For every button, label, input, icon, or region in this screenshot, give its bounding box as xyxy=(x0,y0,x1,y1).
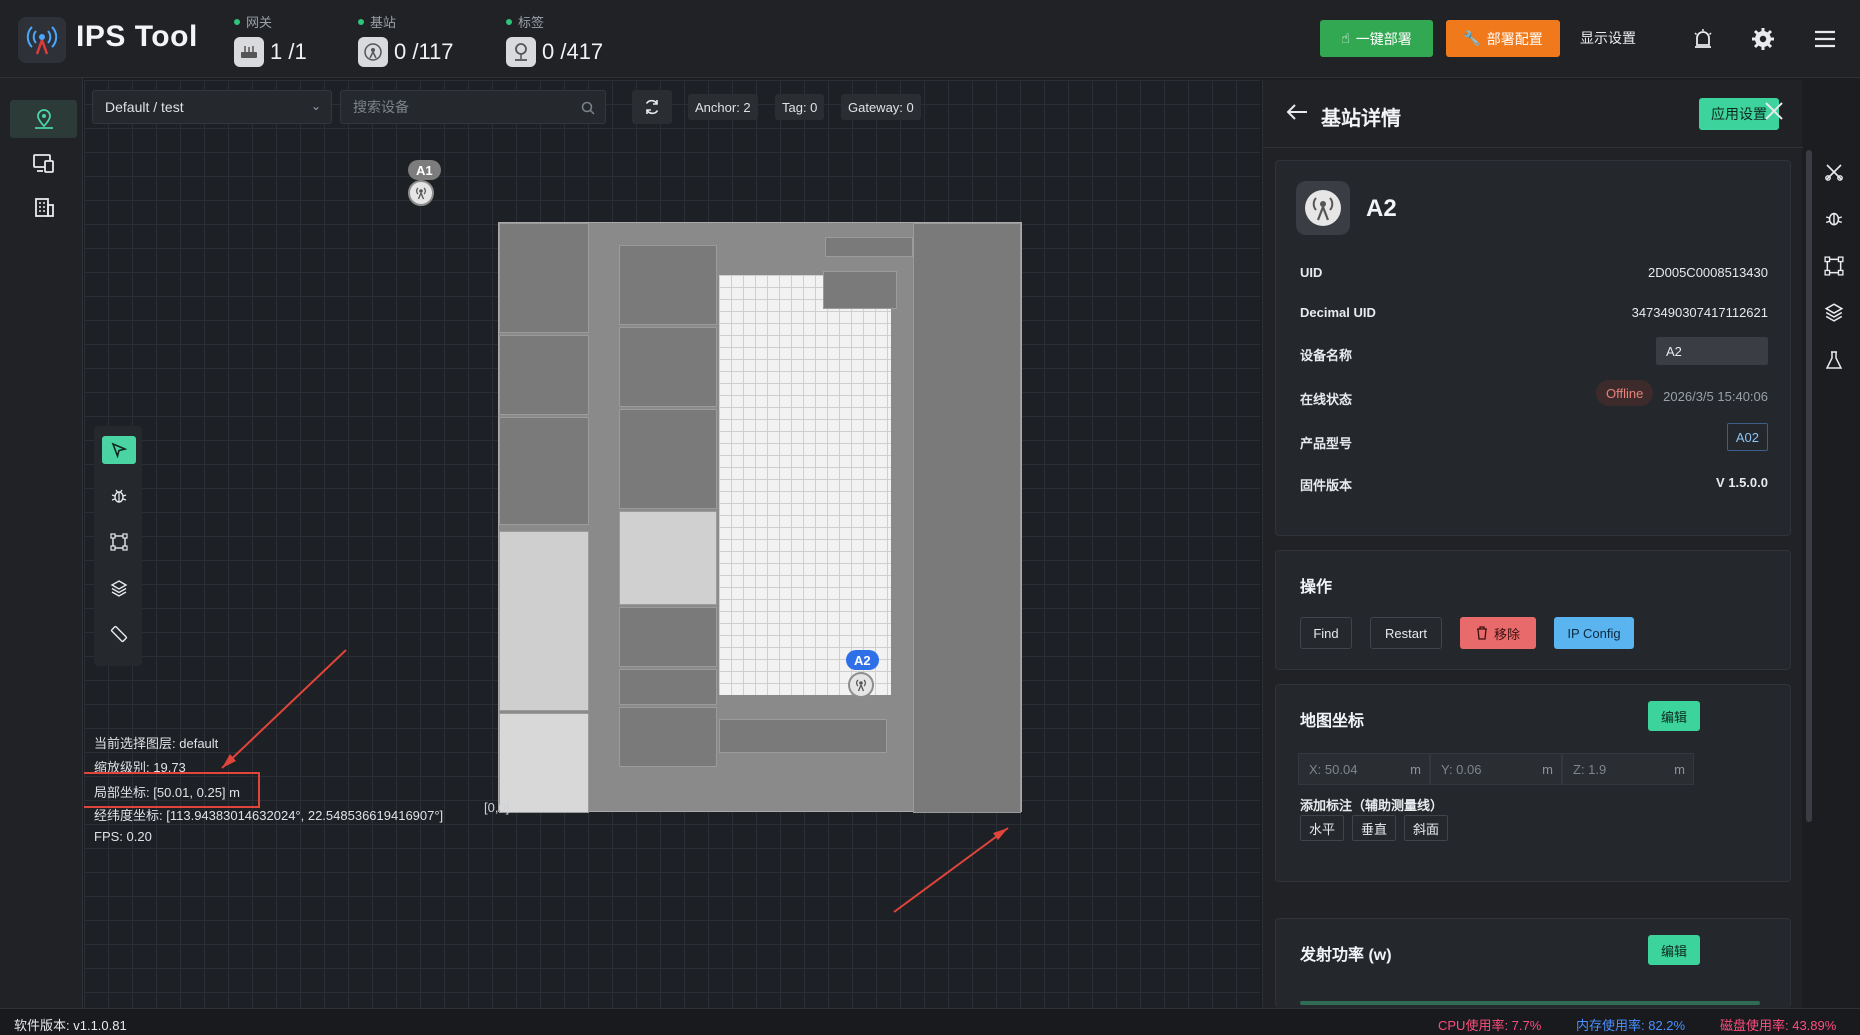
anchor-device-icon xyxy=(1305,190,1341,226)
memory-usage: 内存使用率: 82.2% xyxy=(1576,1018,1686,1033)
x-coordinate-field[interactable]: X: 50.04 m xyxy=(1298,753,1430,785)
restart-button[interactable]: Restart xyxy=(1370,617,1442,649)
trash-icon xyxy=(1476,626,1487,640)
antenna-logo-icon xyxy=(26,26,58,55)
panel-header: 基站详情 应用设置 xyxy=(1263,80,1803,148)
close-icon[interactable] xyxy=(1763,100,1787,124)
device-info-card: A2 UID 2D005C0008513430 Decimal UID 3473… xyxy=(1275,160,1791,536)
router-icon xyxy=(234,37,264,67)
annotate-label: 添加标注（辅助测量线） xyxy=(1300,798,1444,813)
app-logo xyxy=(18,17,66,63)
y-unit: m xyxy=(1542,761,1553,777)
map-coordinates-card: 地图坐标 编辑 X: 50.04 m Y: 0.06 m Z: 1.9 m 添加标注（… xyxy=(1275,684,1791,882)
hamburger-menu-icon[interactable] xyxy=(1812,26,1838,52)
devices-icon xyxy=(32,154,54,173)
x-coordinate-value: X: 50.04 xyxy=(1309,761,1358,777)
remove-button-label: 移除 xyxy=(1493,626,1520,642)
product-model-value: A02 xyxy=(1726,423,1768,451)
panel-title: 基站详情 xyxy=(1321,108,1401,130)
slope-line-button[interactable]: 斜面 xyxy=(1404,815,1448,841)
firmware-label: 固件版本 xyxy=(1300,478,1353,493)
wrench-icon: 🔧 xyxy=(1463,30,1481,46)
left-nav-rail xyxy=(0,78,83,1035)
status-bar: 软件版本: v1.1.0.81 CPU使用率: 7.7% 内存使用率: 82.2… xyxy=(0,1008,1860,1035)
display-settings-button[interactable]: 显示设置 xyxy=(1580,28,1636,48)
device-name-input[interactable]: A2 xyxy=(1656,337,1768,365)
device-name-label: 设备名称 xyxy=(1300,348,1353,363)
operations-title: 操作 xyxy=(1300,579,1333,596)
alarm-bell-icon[interactable] xyxy=(1690,26,1716,52)
edit-power-button[interactable]: 编辑 xyxy=(1648,935,1700,965)
firmware-value: V 1.5.0.0 xyxy=(1715,475,1768,490)
back-arrow-icon[interactable] xyxy=(1285,102,1309,127)
tag-stat-value: 0 /417 xyxy=(542,39,604,64)
hand-pointer-icon: ☝ xyxy=(1341,30,1350,46)
edit-coordinates-button[interactable]: 编辑 xyxy=(1648,701,1700,731)
anchor-stat: 基站 0 /117 xyxy=(358,12,454,67)
power-slider[interactable] xyxy=(1300,1001,1760,1005)
z-coordinate-field[interactable]: Z: 1.9 m xyxy=(1562,753,1694,785)
tools-icon[interactable] xyxy=(1820,158,1848,186)
tag-stat-label: 标签 xyxy=(518,15,545,30)
product-model-label: 产品型号 xyxy=(1300,436,1353,451)
nav-devices[interactable] xyxy=(10,144,77,182)
app-title: IPS Tool xyxy=(76,20,198,53)
uid-value: 2D005C0008513430 xyxy=(1648,265,1768,280)
one-click-deploy-button[interactable]: ☝ 一键部署 xyxy=(1320,20,1433,57)
decimal-uid-label: Decimal UID xyxy=(1300,305,1376,320)
annotation-arrows xyxy=(221,649,1009,913)
location-pin-icon xyxy=(506,37,536,67)
last-seen-value: 2026/3/5 15:40:06 xyxy=(1663,389,1768,404)
z-coordinate-value: Z: 1.9 xyxy=(1573,761,1607,777)
polygon-icon[interactable] xyxy=(1820,252,1848,280)
antenna-icon xyxy=(358,37,388,67)
flask-icon[interactable] xyxy=(1820,346,1848,374)
horizontal-line-button[interactable]: 水平 xyxy=(1300,815,1344,841)
layers-icon[interactable] xyxy=(1820,298,1848,326)
find-button[interactable]: Find xyxy=(1300,617,1352,649)
y-coordinate-value: Y: 0.06 xyxy=(1441,761,1482,777)
software-version: 软件版本: v1.1.0.81 xyxy=(14,1018,127,1033)
uid-label: UID xyxy=(1300,265,1323,280)
deploy-config-button[interactable]: 🔧 部署配置 xyxy=(1446,20,1560,57)
map-canvas[interactable]: Default / test ⌄ 搜索设备 Anchor: 2 Tag: 0 G… xyxy=(84,80,1260,1008)
map-coordinates-title: 地图坐标 xyxy=(1300,713,1365,730)
y-coordinate-field[interactable]: Y: 0.06 m xyxy=(1430,753,1562,785)
remove-button[interactable]: 移除 xyxy=(1460,617,1536,649)
anchor-stat-value: 0 /117 xyxy=(394,39,454,64)
transmit-power-title: 发射功率 (w) xyxy=(1300,947,1392,964)
nav-buildings[interactable] xyxy=(10,188,77,226)
gateway-stat: 网关 1 /1 xyxy=(234,12,307,67)
building-icon xyxy=(34,198,54,217)
gateway-stat-value: 1 /1 xyxy=(270,39,307,64)
gateway-stat-label: 网关 xyxy=(246,15,273,30)
deploy-button-label: 一键部署 xyxy=(1355,30,1412,47)
z-unit: m xyxy=(1674,761,1685,777)
offline-badge: Offline xyxy=(1596,380,1654,406)
transmit-power-card: 发射功率 (w) 编辑 xyxy=(1275,918,1791,1008)
panel-scrollbar[interactable] xyxy=(1806,150,1812,822)
settings-gear-icon[interactable] xyxy=(1750,26,1776,52)
bug-icon[interactable] xyxy=(1820,204,1848,232)
x-unit: m xyxy=(1410,761,1421,777)
device-avatar xyxy=(1296,181,1350,235)
tag-stat: 标签 0 /417 xyxy=(506,12,603,67)
cpu-usage: CPU使用率: 7.7% xyxy=(1438,1018,1542,1033)
disk-usage: 磁盘使用率: 43.89% xyxy=(1720,1018,1837,1033)
config-button-label: 部署配置 xyxy=(1486,30,1543,47)
vertical-line-button[interactable]: 垂直 xyxy=(1352,815,1396,841)
ip-config-button[interactable]: IP Config xyxy=(1554,617,1634,649)
anchor-detail-panel: 基站详情 应用设置 A2 UID 2D005C0008513430 Decima… xyxy=(1262,80,1803,1008)
map-pin-icon xyxy=(34,109,53,129)
nav-map[interactable] xyxy=(10,100,77,138)
top-bar: IPS Tool 网关 1 /1 基站 0 /117 标签 0 /417 ☝ 一 xyxy=(0,0,1860,78)
decimal-uid-value: 3473490307417112621 xyxy=(1631,305,1768,320)
online-status-label: 在线状态 xyxy=(1300,392,1353,407)
device-name-heading: A2 xyxy=(1366,195,1397,222)
anchor-stat-label: 基站 xyxy=(370,15,397,30)
operations-card: 操作 Find Restart 移除 IP Config xyxy=(1275,550,1791,670)
